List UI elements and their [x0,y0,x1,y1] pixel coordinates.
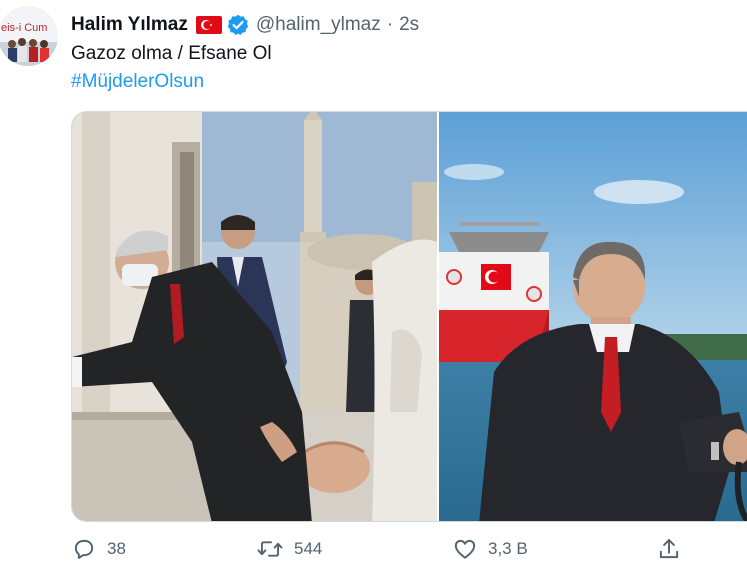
verified-badge-icon [227,14,249,36]
avatar-text: eis-i Cum [1,22,47,34]
display-name[interactable]: Halim Yılmaz [71,14,188,36]
reply-icon [71,536,97,562]
tweet-text: Gazoz olma / Efsane Ol [71,43,272,64]
photo-right[interactable] [439,112,747,521]
hashtag-link[interactable]: #MüjdelerOlsun [71,70,204,94]
heart-icon [452,536,478,562]
share-button[interactable] [656,536,682,562]
retweet-button[interactable]: 544 [256,536,322,562]
retweet-icon [256,536,284,562]
like-count: 3,3 B [488,539,528,558]
reply-button[interactable]: 38 [71,536,126,562]
timestamp[interactable]: 2s [399,14,419,36]
action-bar: 38 544 3,3 B [71,536,747,562]
share-icon [656,536,682,562]
tweet[interactable]: eis-i Cum Halim Yılmaz @halim_ylmaz · 2s… [0,0,747,564]
like-button[interactable]: 3,3 B [452,536,528,562]
turkey-flag-icon [195,16,222,34]
separator-dot: · [386,14,394,35]
media-grid [71,111,747,522]
reply-count: 38 [107,539,126,558]
avatar[interactable]: eis-i Cum [0,6,58,66]
photo-left[interactable] [72,112,437,521]
handle[interactable]: @halim_ylmaz [256,14,381,36]
tweet-header: Halim Yılmaz @halim_ylmaz · 2s [71,12,419,38]
retweet-count: 544 [294,539,323,558]
